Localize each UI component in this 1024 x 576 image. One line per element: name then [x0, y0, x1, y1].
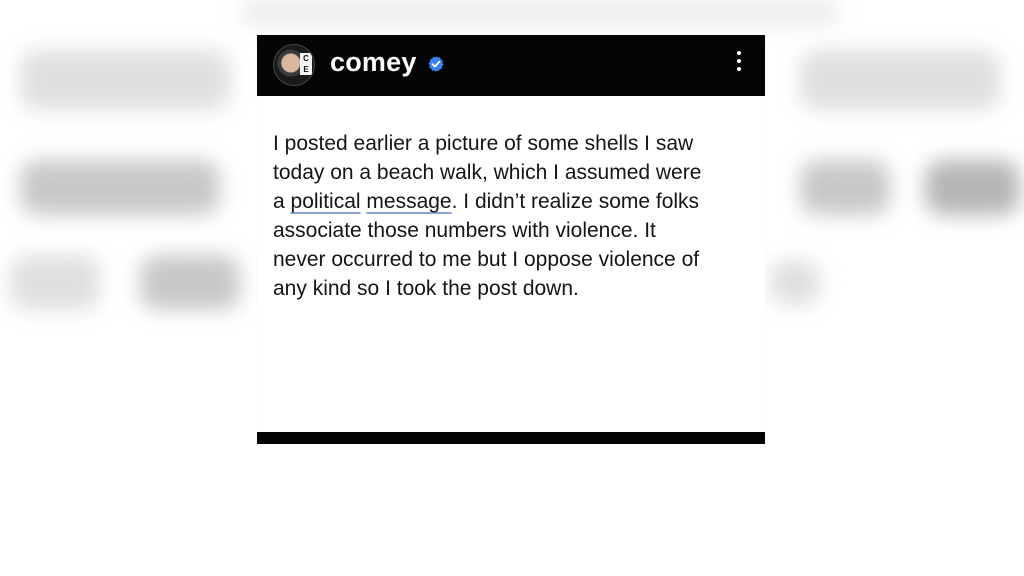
avatar-badge: C E — [300, 53, 312, 75]
background-blur-block — [20, 160, 220, 215]
background-blur-block — [240, 0, 840, 25]
caption-line: never occurred to me but I oppose violen… — [273, 248, 700, 271]
more-dot — [737, 51, 741, 55]
spellcheck-word: message — [366, 190, 452, 213]
spellcheck-word: political — [290, 190, 361, 213]
verified-badge-icon — [428, 56, 444, 72]
caption-text: . I didn’t realize some folks — [451, 190, 700, 213]
more-options-icon[interactable] — [731, 51, 747, 77]
caption-line: any kind so I took the post down. — [273, 277, 579, 300]
more-dot — [737, 67, 741, 71]
background-blur-block — [20, 50, 230, 110]
caption-text: a — [273, 190, 291, 213]
post-caption: I posted earlier a picture of some shell… — [273, 129, 757, 303]
screenshot-frame: C E comey I posted earlier a picture of … — [0, 0, 1024, 576]
profile-avatar[interactable]: C E — [273, 44, 315, 86]
caption-line: I posted earlier a picture of some shell… — [273, 132, 694, 155]
background-blur-block — [140, 255, 240, 310]
caption-line: today on a beach walk, which I assumed w… — [273, 161, 702, 184]
username[interactable]: comey — [330, 47, 417, 78]
background-blur-block — [800, 160, 890, 215]
post-header: C E comey — [257, 35, 765, 96]
more-dot — [737, 59, 741, 63]
background-blur-block — [770, 260, 820, 305]
background-blur-block — [800, 50, 1000, 110]
caption-line: associate those numbers with violence. I… — [273, 219, 656, 242]
background-blur-block — [925, 160, 1020, 215]
post-footer-bar — [257, 432, 765, 444]
instagram-post-card: C E comey I posted earlier a picture of … — [257, 35, 765, 444]
background-blur-block — [10, 255, 100, 310]
